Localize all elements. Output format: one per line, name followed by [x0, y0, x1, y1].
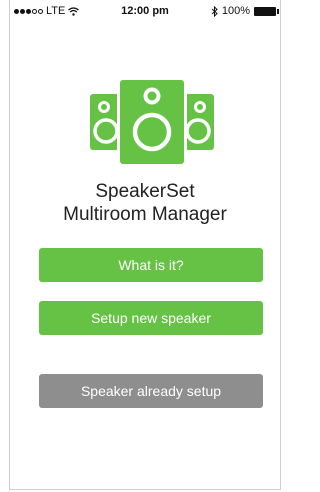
app-title-line2: Multiroom Manager — [63, 204, 227, 225]
speaker-set-logo-icon — [90, 79, 214, 165]
bluetooth-icon — [211, 5, 218, 17]
status-right: 100% — [211, 5, 279, 17]
app-title: SpeakerSet Multiroom Manager — [10, 180, 280, 226]
app-title-line1: SpeakerSet — [95, 181, 195, 202]
status-bar: LTE 12:00 pm 100% — [10, 0, 280, 22]
setup-new-speaker-button[interactable]: Setup new speaker — [39, 301, 263, 335]
speaker-already-setup-button[interactable]: Speaker already setup — [39, 374, 263, 408]
battery-percent: 100% — [221, 5, 250, 17]
app-screen: LTE 12:00 pm 100% SpeakerSet Multiroom M… — [9, 0, 281, 490]
what-is-it-button[interactable]: What is it? — [39, 248, 263, 282]
battery-icon — [254, 6, 279, 16]
